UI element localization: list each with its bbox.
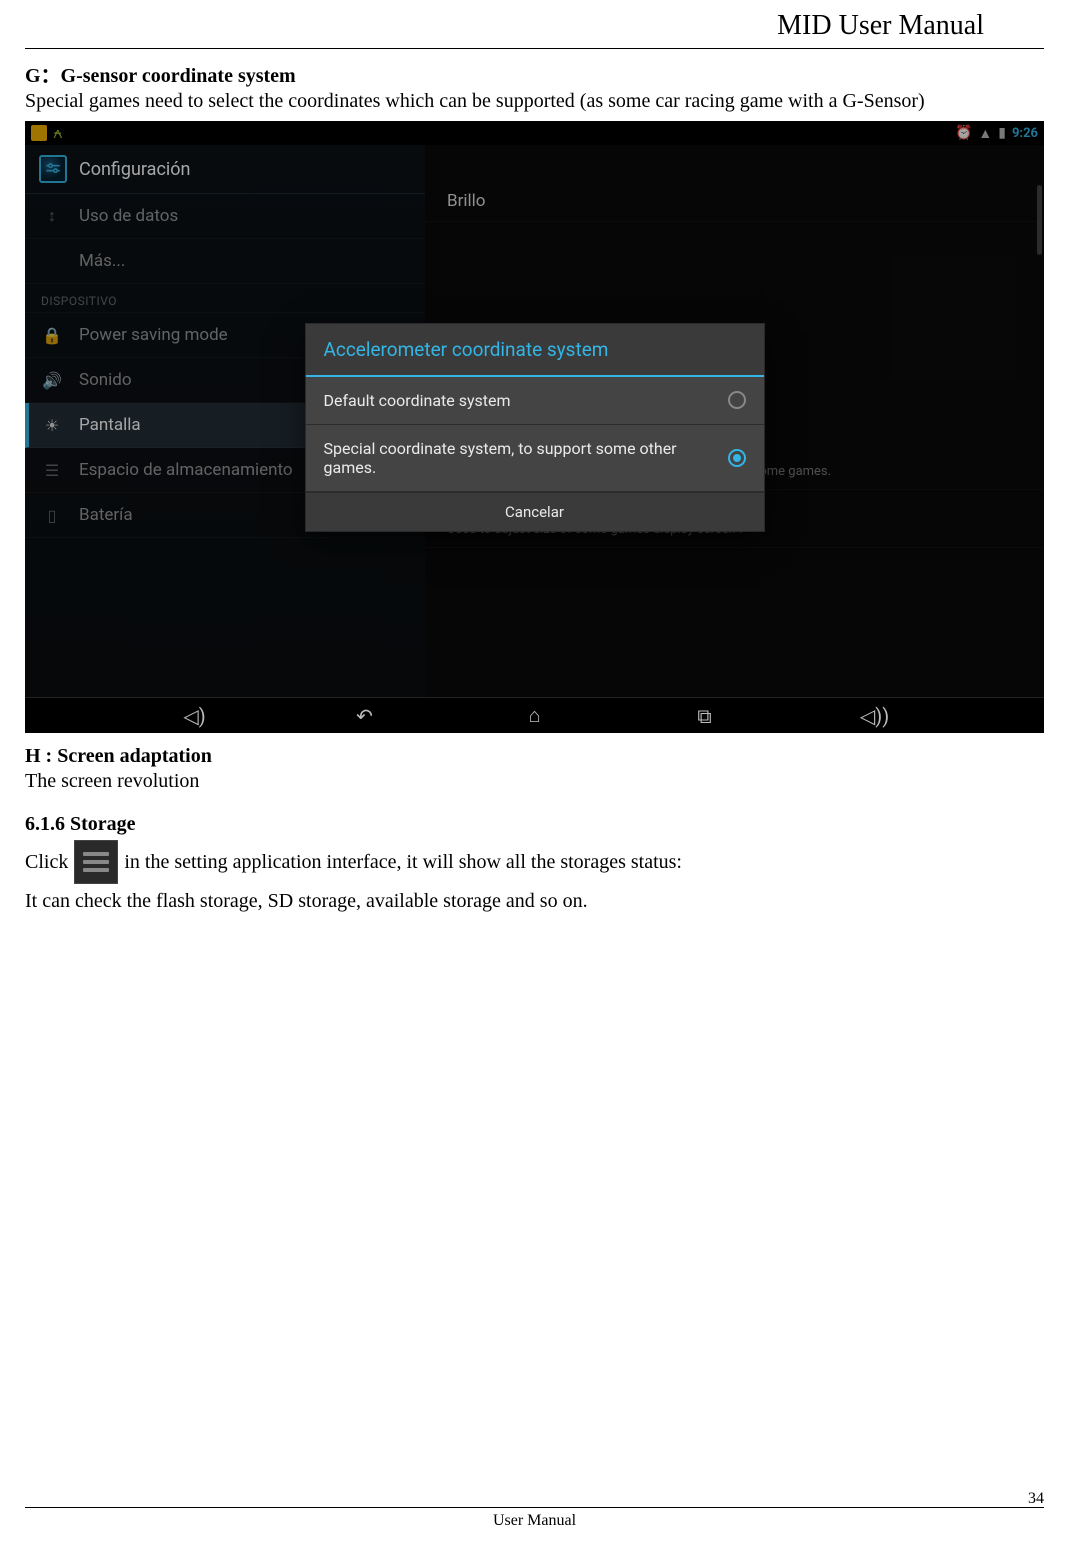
section-616-line2: It can check the flash storage, SD stora… (25, 888, 1044, 915)
storage-menu-icon (74, 840, 118, 884)
dialog-option-label: Special coordinate system, to support so… (324, 439, 716, 477)
android-screenshot: ⍲ ⏰ ▲ ▮ 9:26 Configuración ↕ Uso de dato… (25, 121, 1044, 733)
volume-down-button[interactable]: ◁) (175, 704, 215, 728)
dialog-option-label: Default coordinate system (324, 391, 511, 410)
page-footer: 34 User Manual (25, 1507, 1044, 1530)
text-fragment: Click (25, 849, 68, 876)
system-navbar: ◁) ↶ ⌂ ⧉ ◁)) (25, 697, 1044, 733)
volume-up-button[interactable]: ◁)) (855, 704, 895, 728)
section-616-line1: Click in the setting application interfa… (25, 840, 1044, 884)
section-g-body: Special games need to select the coordin… (25, 88, 1044, 115)
recent-apps-button[interactable]: ⧉ (685, 704, 725, 728)
footer-label: User Manual (493, 1512, 576, 1529)
dialog-cancel-button[interactable]: Cancelar (306, 492, 764, 531)
radio-checked-icon (728, 449, 746, 467)
radio-unchecked-icon (728, 391, 746, 409)
footer-rule (25, 1507, 1044, 1508)
doc-header-title: MID User Manual (25, 10, 1044, 42)
section-h-heading: H : Screen adaptation (25, 745, 1044, 768)
dialog-title: Accelerometer coordinate system (306, 324, 764, 377)
page-number: 34 (1028, 1490, 1044, 1508)
dialog-option-default[interactable]: Default coordinate system (306, 377, 764, 425)
dialog-scrim[interactable]: Accelerometer coordinate system Default … (25, 121, 1044, 733)
back-button[interactable]: ↶ (345, 704, 385, 728)
text-fragment: in the setting application interface, it… (124, 849, 682, 876)
section-h-body: The screen revolution (25, 768, 1044, 795)
accelerometer-dialog: Accelerometer coordinate system Default … (305, 323, 765, 532)
section-616-heading: 6.1.6 Storage (25, 813, 1044, 836)
home-button[interactable]: ⌂ (515, 703, 555, 728)
header-rule (25, 48, 1044, 49)
section-g-heading: G：G-sensor coordinate system (25, 59, 1044, 88)
dialog-option-special[interactable]: Special coordinate system, to support so… (306, 425, 764, 492)
